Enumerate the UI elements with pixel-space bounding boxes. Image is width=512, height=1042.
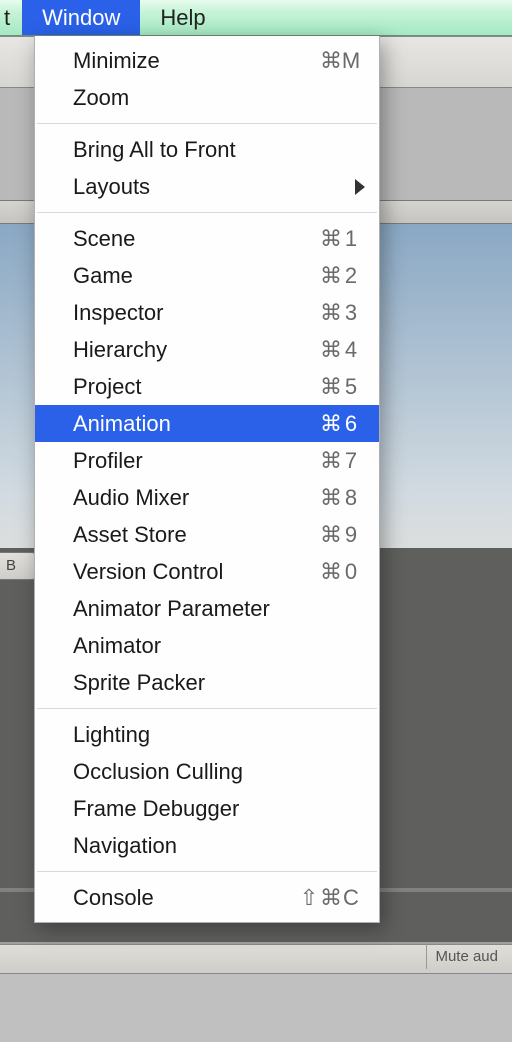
- bg-bottom-area: [0, 974, 512, 1042]
- menu-item-audio-mixer[interactable]: Audio Mixer⌘8: [35, 479, 379, 516]
- menu-item-animator[interactable]: Animator: [35, 627, 379, 664]
- menu-item-console[interactable]: Console⇧⌘C: [35, 879, 379, 916]
- menu-item-label: Animator Parameter: [73, 596, 361, 622]
- menu-item-occlusion-culling[interactable]: Occlusion Culling: [35, 753, 379, 790]
- menu-item-asset-store[interactable]: Asset Store⌘9: [35, 516, 379, 553]
- menu-item-zoom[interactable]: Zoom: [35, 79, 379, 116]
- menu-item-label: Minimize: [73, 48, 319, 74]
- menu-separator: [37, 212, 377, 213]
- menu-item-label: Occlusion Culling: [73, 759, 361, 785]
- menu-item-shortcut: ⌘5: [319, 374, 361, 400]
- menu-item-hierarchy[interactable]: Hierarchy⌘4: [35, 331, 379, 368]
- menu-item-label: Scene: [73, 226, 319, 252]
- menu-item-label: Bring All to Front: [73, 137, 361, 163]
- menu-item-label: Frame Debugger: [73, 796, 361, 822]
- menu-separator: [37, 123, 377, 124]
- menu-item-label: Sprite Packer: [73, 670, 361, 696]
- menubar-item-help[interactable]: Help: [140, 0, 225, 35]
- menu-item-sprite-packer[interactable]: Sprite Packer: [35, 664, 379, 701]
- chevron-right-icon: [355, 179, 365, 195]
- menu-item-shortcut: ⌘9: [319, 522, 361, 548]
- menu-item-label: Zoom: [73, 85, 361, 111]
- menu-item-label: Layouts: [73, 174, 361, 200]
- menu-item-shortcut: ⇧⌘C: [298, 885, 361, 911]
- menu-item-animation[interactable]: Animation⌘6: [35, 405, 379, 442]
- menu-item-shortcut: ⌘8: [319, 485, 361, 511]
- menu-item-label: Inspector: [73, 300, 319, 326]
- menu-item-lighting[interactable]: Lighting: [35, 716, 379, 753]
- menu-item-label: Animator: [73, 633, 361, 659]
- menu-item-game[interactable]: Game⌘2: [35, 257, 379, 294]
- menu-item-label: Hierarchy: [73, 337, 319, 363]
- menu-item-label: Navigation: [73, 833, 361, 859]
- window-menu-dropdown: Minimize⌘M Zoom Bring All to Front Layouts S…: [34, 36, 380, 923]
- menu-item-shortcut: ⌘2: [319, 263, 361, 289]
- mute-audio-button[interactable]: Mute aud: [426, 944, 506, 969]
- menu-item-shortcut: ⌘0: [319, 559, 361, 585]
- bg-side-tab[interactable]: B: [0, 552, 36, 580]
- menu-item-label: Audio Mixer: [73, 485, 319, 511]
- menu-item-shortcut: ⌘3: [319, 300, 361, 326]
- menu-item-label: Project: [73, 374, 319, 400]
- menu-item-label: Version Control: [73, 559, 319, 585]
- menu-item-label: Profiler: [73, 448, 319, 474]
- menu-item-inspector[interactable]: Inspector⌘3: [35, 294, 379, 331]
- menu-item-bring-all-to-front[interactable]: Bring All to Front: [35, 131, 379, 168]
- menu-item-shortcut: ⌘7: [319, 448, 361, 474]
- menu-item-profiler[interactable]: Profiler⌘7: [35, 442, 379, 479]
- menu-item-layouts[interactable]: Layouts: [35, 168, 379, 205]
- menu-item-shortcut: ⌘M: [319, 48, 361, 74]
- menu-item-animator-parameter[interactable]: Animator Parameter: [35, 590, 379, 627]
- menu-item-navigation[interactable]: Navigation: [35, 827, 379, 864]
- menu-item-shortcut: ⌘1: [319, 226, 361, 252]
- menu-item-scene[interactable]: Scene⌘1: [35, 220, 379, 257]
- menu-item-shortcut: ⌘4: [319, 337, 361, 363]
- menu-item-shortcut: ⌘6: [319, 411, 361, 437]
- menubar: t Window Help: [0, 0, 512, 36]
- menu-separator: [37, 708, 377, 709]
- menu-item-project[interactable]: Project⌘5: [35, 368, 379, 405]
- menu-item-minimize[interactable]: Minimize⌘M: [35, 42, 379, 79]
- menu-item-label: Game: [73, 263, 319, 289]
- menu-item-version-control[interactable]: Version Control⌘0: [35, 553, 379, 590]
- menu-item-label: Console: [73, 885, 298, 911]
- menubar-item-window[interactable]: Window: [22, 0, 140, 35]
- menu-item-label: Lighting: [73, 722, 361, 748]
- menu-item-label: Animation: [73, 411, 319, 437]
- menu-item-label: Asset Store: [73, 522, 319, 548]
- menu-separator: [37, 871, 377, 872]
- menu-item-frame-debugger[interactable]: Frame Debugger: [35, 790, 379, 827]
- menubar-item-previous[interactable]: t: [0, 0, 22, 35]
